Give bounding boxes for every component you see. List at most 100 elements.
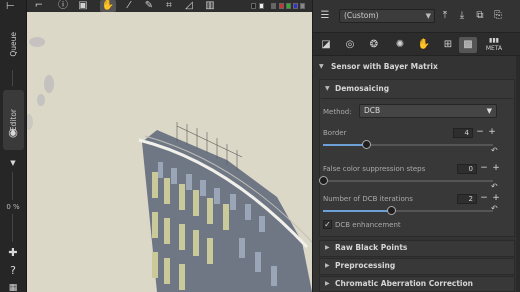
dcb-iterations-slider-fill: [323, 210, 391, 212]
dcb-iterations-decrease-button[interactable]: −: [479, 194, 489, 204]
info-icon[interactable]: ⓘ: [55, 0, 71, 12]
preview-black-swatch[interactable]: [251, 3, 256, 9]
false-color-label: False color suppression steps: [323, 165, 426, 173]
straighten-icon[interactable]: ◿: [181, 0, 197, 12]
chevron-down-icon: ▼: [425, 12, 431, 20]
progress-track: [12, 172, 13, 200]
dcb-enhancement-label: DCB enhancement: [335, 221, 401, 229]
border-slider-fill: [323, 144, 366, 146]
method-select[interactable]: DCB ▼: [359, 104, 497, 118]
border-value-input[interactable]: 4: [453, 128, 473, 138]
preview-gray-swatch[interactable]: [271, 3, 276, 9]
preview-white-swatch[interactable]: [259, 3, 264, 9]
save-profile-icon[interactable]: ⤓: [455, 10, 469, 22]
chevron-down-icon: ▼: [325, 85, 330, 92]
tab-exposure-icon[interactable]: ◪: [317, 37, 335, 53]
border-reset-icon[interactable]: ↶: [491, 147, 499, 155]
border-slider-track[interactable]: [323, 144, 493, 146]
add-queue-icon[interactable]: ✚: [6, 246, 20, 260]
crop-corner-icon[interactable]: ⌐: [31, 0, 47, 12]
color-picker-icon[interactable]: ⁄: [121, 0, 137, 12]
section-raw-black-points[interactable]: ▶ Raw Black Points: [321, 240, 513, 256]
collapse-down-icon[interactable]: ▼: [6, 156, 20, 170]
crop-tool-icon[interactable]: ⌗: [161, 0, 177, 12]
hand-tool-icon[interactable]: ✋: [100, 0, 116, 12]
profile-row: ☰ (Custom) ▼ ⤒ ⤓ ⧉ ⎘: [313, 6, 520, 26]
chevron-right-icon: ▶: [325, 280, 330, 287]
chevron-down-icon: ▼: [319, 63, 324, 70]
tab-queue-label: Queue: [9, 31, 18, 57]
false-color-value-input[interactable]: 0: [457, 164, 477, 174]
tab-raw-icon[interactable]: ⊞: [439, 37, 457, 53]
chevron-right-icon: ▶: [325, 262, 330, 269]
preview-luminance-swatch[interactable]: [300, 3, 305, 9]
section-demosaicing-title: Demosaicing: [335, 84, 390, 93]
false-color-decrease-button[interactable]: −: [479, 164, 489, 174]
dcb-iterations-slider-knob[interactable]: [387, 206, 396, 215]
checkmark-icon: ✓: [324, 220, 331, 229]
dcb-iterations-value-input[interactable]: 2: [457, 194, 477, 204]
section-sensor-title: Sensor with Bayer Matrix: [331, 62, 438, 71]
false-color-slider-knob[interactable]: [319, 176, 328, 185]
preview-blue-swatch[interactable]: [293, 3, 298, 9]
tab-meta-label: META: [485, 45, 503, 52]
tool-panel: ☰ (Custom) ▼ ⤒ ⤓ ⧉ ⎘ ◪ ◎ ❂ ✺ ✋ ⊞ ▩ ▮▮▮ M…: [312, 0, 520, 292]
load-profile-icon[interactable]: ⤒: [438, 10, 452, 22]
chevron-right-icon: ▶: [325, 244, 330, 251]
tab-color-icon[interactable]: ❂: [365, 37, 383, 53]
dcb-iterations-increase-button[interactable]: +: [491, 194, 501, 204]
tab-advanced-icon[interactable]: ✺: [391, 37, 409, 53]
false-color-increase-button[interactable]: +: [491, 164, 501, 174]
border-slider-knob[interactable]: [361, 140, 371, 149]
section-chromatic-aberration[interactable]: ▶ Chromatic Aberration Correction: [321, 276, 513, 292]
dcb-enhancement-checkbox[interactable]: ✓: [323, 220, 332, 229]
profile-select-value: (Custom): [344, 11, 379, 20]
before-after-icon[interactable]: ▣: [75, 0, 91, 12]
chevron-down-icon: ▼: [486, 107, 492, 115]
histogram-icon[interactable]: ▥: [202, 0, 218, 12]
progress-track-lower: [12, 214, 13, 242]
profile-select[interactable]: (Custom) ▼: [339, 9, 435, 23]
demosaicing-panel: [319, 79, 515, 237]
tab-queue[interactable]: Queue: [3, 30, 24, 58]
history-icon[interactable]: ⊢: [6, 2, 20, 12]
paste-profile-icon[interactable]: ⎘: [491, 10, 505, 22]
image-preview[interactable]: [27, 12, 312, 292]
false-color-reset-icon[interactable]: ↶: [491, 183, 499, 191]
tab-editor[interactable]: Editor: [3, 90, 24, 150]
border-label: Border: [323, 129, 347, 137]
preview-red-swatch[interactable]: [279, 3, 284, 9]
editor-toolbar: ⌐ ⓘ ▣ ✋ ⁄ ✎ ⌗ ◿ ▥: [27, 0, 312, 12]
false-color-slider-track[interactable]: [323, 180, 493, 182]
help-icon[interactable]: ?: [6, 264, 20, 278]
camera-icon[interactable]: ◉: [6, 126, 20, 140]
section-raw-black-points-title: Raw Black Points: [335, 243, 408, 252]
preview-green-swatch[interactable]: [286, 3, 291, 9]
dcb-iterations-label: Number of DCB iterations: [323, 195, 413, 203]
barcode-icon: ▮▮▮: [489, 37, 499, 44]
sidebar-divider: [12, 70, 13, 86]
tab-detail-icon[interactable]: ◎: [341, 37, 359, 53]
dcb-iterations-slider-track[interactable]: [323, 210, 493, 212]
border-decrease-button[interactable]: −: [475, 128, 485, 138]
tab-raw-active-icon[interactable]: ▩: [459, 37, 477, 53]
tab-transform-icon[interactable]: ✋: [415, 37, 433, 53]
grid-icon[interactable]: ▦: [6, 281, 20, 292]
tool-tabbar: ◪ ◎ ❂ ✺ ✋ ⊞ ▩ ▮▮▮ META: [313, 32, 520, 56]
dcb-iterations-reset-icon[interactable]: ↶: [491, 205, 499, 213]
section-sensor-bayer[interactable]: ▼ Sensor with Bayer Matrix: [313, 59, 517, 75]
section-chromatic-title: Chromatic Aberration Correction: [335, 279, 473, 288]
building-photo: [27, 12, 312, 292]
tab-metadata-icon[interactable]: ▮▮▮ META: [485, 37, 503, 53]
section-preprocessing[interactable]: ▶ Preprocessing: [321, 258, 513, 274]
profile-list-icon[interactable]: ☰: [318, 10, 332, 22]
progress-percent: 0 %: [6, 203, 20, 211]
method-select-value: DCB: [364, 106, 381, 115]
border-increase-button[interactable]: +: [487, 128, 497, 138]
copy-profile-icon[interactable]: ⧉: [473, 10, 487, 22]
white-balance-icon[interactable]: ✎: [141, 0, 157, 12]
divider: [321, 98, 513, 99]
section-demosaicing[interactable]: ▼ Demosaicing: [321, 81, 513, 97]
panel-scrollbar[interactable]: [516, 56, 520, 292]
section-preprocessing-title: Preprocessing: [335, 261, 396, 270]
